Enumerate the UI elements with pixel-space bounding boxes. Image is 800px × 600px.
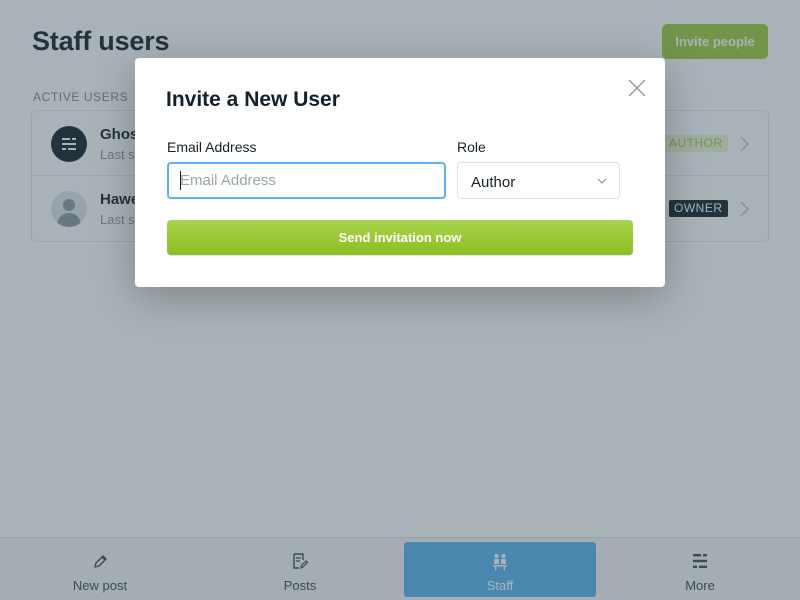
modal-title: Invite a New User xyxy=(166,88,340,111)
chevron-down-icon xyxy=(597,178,607,184)
email-input[interactable] xyxy=(167,162,446,199)
role-label: Role xyxy=(457,139,486,155)
close-icon xyxy=(628,79,646,97)
invite-user-modal: Invite a New User Email Address Role Aut… xyxy=(135,58,665,287)
email-label: Email Address xyxy=(167,139,257,155)
close-modal-button[interactable] xyxy=(625,76,649,100)
role-select[interactable]: Author xyxy=(457,162,620,199)
text-caret xyxy=(180,171,181,190)
role-selected-value: Author xyxy=(471,174,516,191)
send-invitation-button[interactable]: Send invitation now xyxy=(167,220,633,255)
